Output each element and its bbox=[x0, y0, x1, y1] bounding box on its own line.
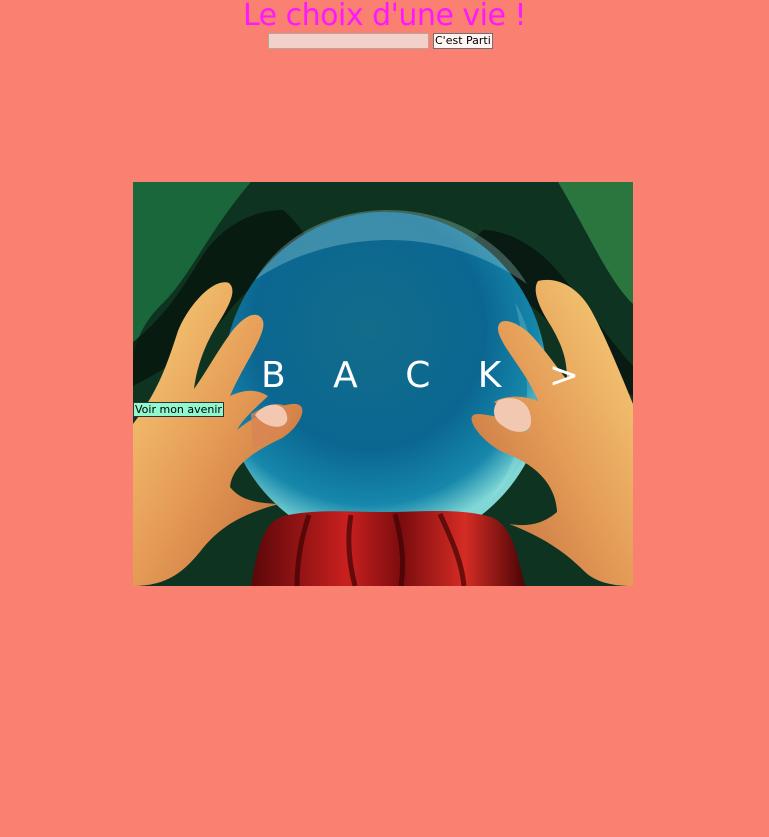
name-input[interactable] bbox=[268, 33, 429, 49]
start-form: C'est Parti bbox=[268, 33, 493, 49]
red-cloth bbox=[251, 511, 525, 586]
start-button[interactable]: C'est Parti bbox=[433, 33, 493, 49]
back-link[interactable]: B A C K > bbox=[261, 356, 597, 396]
page: Le choix d'une vie ! C'est Parti B A C K… bbox=[0, 0, 769, 837]
see-my-future-button[interactable]: Voir mon avenir bbox=[133, 402, 224, 417]
crystal-ball-image: B A C K > bbox=[133, 182, 633, 586]
page-title: Le choix d'une vie ! bbox=[242, 0, 527, 33]
